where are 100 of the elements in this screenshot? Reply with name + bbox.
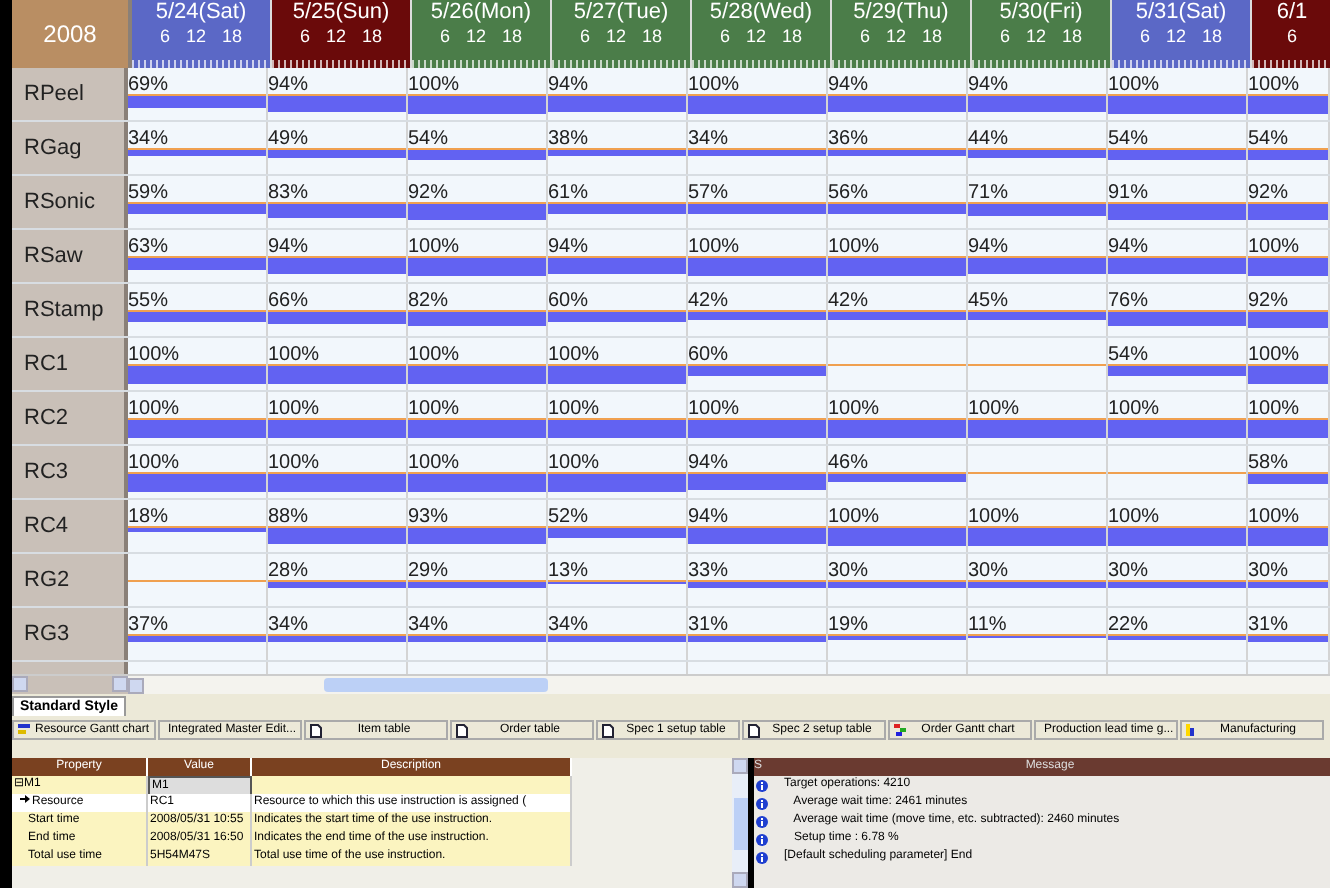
hour-tick: 6 — [299, 26, 310, 46]
load-percent: 100% — [1108, 506, 1160, 528]
load-percent: 54% — [1248, 128, 1289, 150]
day-label: 5/29(Thu) — [853, 0, 949, 26]
load-percent: 100% — [1248, 398, 1300, 420]
load-bar — [688, 420, 826, 438]
load-percent: 31% — [688, 614, 729, 636]
load-bar — [1248, 474, 1328, 485]
info-icon — [756, 833, 768, 845]
load-percent: 100% — [968, 398, 1020, 420]
load-percent: 52% — [548, 506, 589, 528]
day-label: 5/26(Mon) — [430, 0, 532, 26]
load-percent: 69% — [128, 74, 169, 96]
scrollbar-thumb[interactable] — [733, 797, 747, 849]
scroll-right-button[interactable] — [112, 676, 128, 692]
load-bar — [128, 366, 266, 384]
load-percent: 42% — [828, 290, 869, 312]
load-percent: 100% — [1248, 236, 1300, 258]
load-percent: 60% — [548, 290, 589, 312]
scrollbar-thumb[interactable] — [324, 678, 548, 692]
resource-name: RG2 — [12, 554, 128, 606]
load-percent: 100% — [548, 452, 600, 474]
load-percent: 94% — [688, 506, 729, 528]
load-percent: 33% — [688, 560, 729, 582]
load-bar — [128, 420, 266, 438]
load-percent: 100% — [968, 506, 1020, 528]
load-percent: 54% — [1108, 344, 1149, 366]
load-percent: 34% — [128, 128, 169, 150]
chart-bars-icon — [894, 724, 906, 736]
load-percent: 56% — [828, 182, 869, 204]
hour-tick: 6 — [1139, 26, 1150, 46]
load-percent: 58% — [1248, 452, 1289, 474]
load-percent: 42% — [688, 290, 729, 312]
load-bar — [268, 258, 406, 275]
resource-name: RStamp — [12, 284, 128, 336]
info-icon — [756, 851, 768, 863]
scroll-left-button[interactable] — [128, 677, 144, 693]
load-percent: 100% — [268, 344, 320, 366]
load-percent: 45% — [968, 290, 1009, 312]
load-bar — [268, 96, 406, 113]
hour-tick: 18 — [1202, 26, 1223, 46]
load-percent: 94% — [1108, 236, 1149, 258]
info-icon — [756, 797, 768, 809]
resource-name: RG3 — [12, 608, 128, 660]
load-bar — [268, 420, 406, 438]
chart-bars-icon — [18, 724, 30, 736]
load-percent: 91% — [1108, 182, 1149, 204]
load-percent: 100% — [1248, 74, 1300, 96]
scroll-left-button[interactable] — [12, 676, 28, 692]
resource-name: RSaw — [12, 230, 128, 282]
load-percent: 34% — [268, 614, 309, 636]
load-percent: 100% — [688, 398, 740, 420]
load-percent: 92% — [1248, 290, 1289, 312]
day-label: 5/28(Wed) — [709, 0, 813, 26]
load-bar — [548, 96, 686, 113]
load-percent: 82% — [408, 290, 449, 312]
document-icon — [748, 723, 760, 737]
load-percent: 100% — [268, 452, 320, 474]
load-percent: 29% — [408, 560, 449, 582]
load-percent: 34% — [688, 128, 729, 150]
hour-tick: 12 — [885, 26, 906, 46]
load-percent: 36% — [828, 128, 869, 150]
day-label: 5/30(Fri) — [999, 0, 1083, 26]
load-percent: 100% — [548, 398, 600, 420]
load-percent: 66% — [268, 290, 309, 312]
load-percent: 94% — [968, 74, 1009, 96]
load-percent: 94% — [268, 74, 309, 96]
load-percent: 94% — [548, 74, 589, 96]
scroll-down-button[interactable] — [732, 872, 748, 888]
load-percent: 63% — [128, 236, 169, 258]
load-percent: 55% — [128, 290, 169, 312]
load-percent: 100% — [1248, 344, 1300, 366]
load-percent: 60% — [688, 344, 729, 366]
hour-tick: 18 — [782, 26, 803, 46]
load-bar — [968, 420, 1106, 438]
load-percent: 100% — [1248, 506, 1300, 528]
load-percent: 54% — [1108, 128, 1149, 150]
load-percent: 94% — [968, 236, 1009, 258]
resource-name: RSonic — [12, 176, 128, 228]
load-percent: 71% — [968, 182, 1009, 204]
load-percent: 30% — [1108, 560, 1149, 582]
resource-name: RC2 — [12, 392, 128, 444]
scroll-up-button[interactable] — [732, 758, 748, 774]
hour-tick: 6 — [999, 26, 1010, 46]
load-bar — [268, 474, 406, 492]
load-bar — [408, 420, 546, 438]
load-percent: 100% — [128, 452, 180, 474]
hour-tick: 18 — [502, 26, 523, 46]
load-percent: 57% — [688, 182, 729, 204]
load-percent: 92% — [1248, 182, 1289, 204]
day-label: 5/25(Sun) — [292, 0, 390, 26]
load-bar — [268, 366, 406, 384]
hour-tick: 12 — [325, 26, 346, 46]
document-icon — [310, 723, 322, 737]
hour-tick: 6 — [1286, 26, 1297, 46]
load-percent: 46% — [828, 452, 869, 474]
info-icon — [756, 779, 768, 791]
load-bar — [828, 420, 966, 438]
hour-tick: 12 — [185, 26, 206, 46]
document-icon — [456, 723, 468, 737]
